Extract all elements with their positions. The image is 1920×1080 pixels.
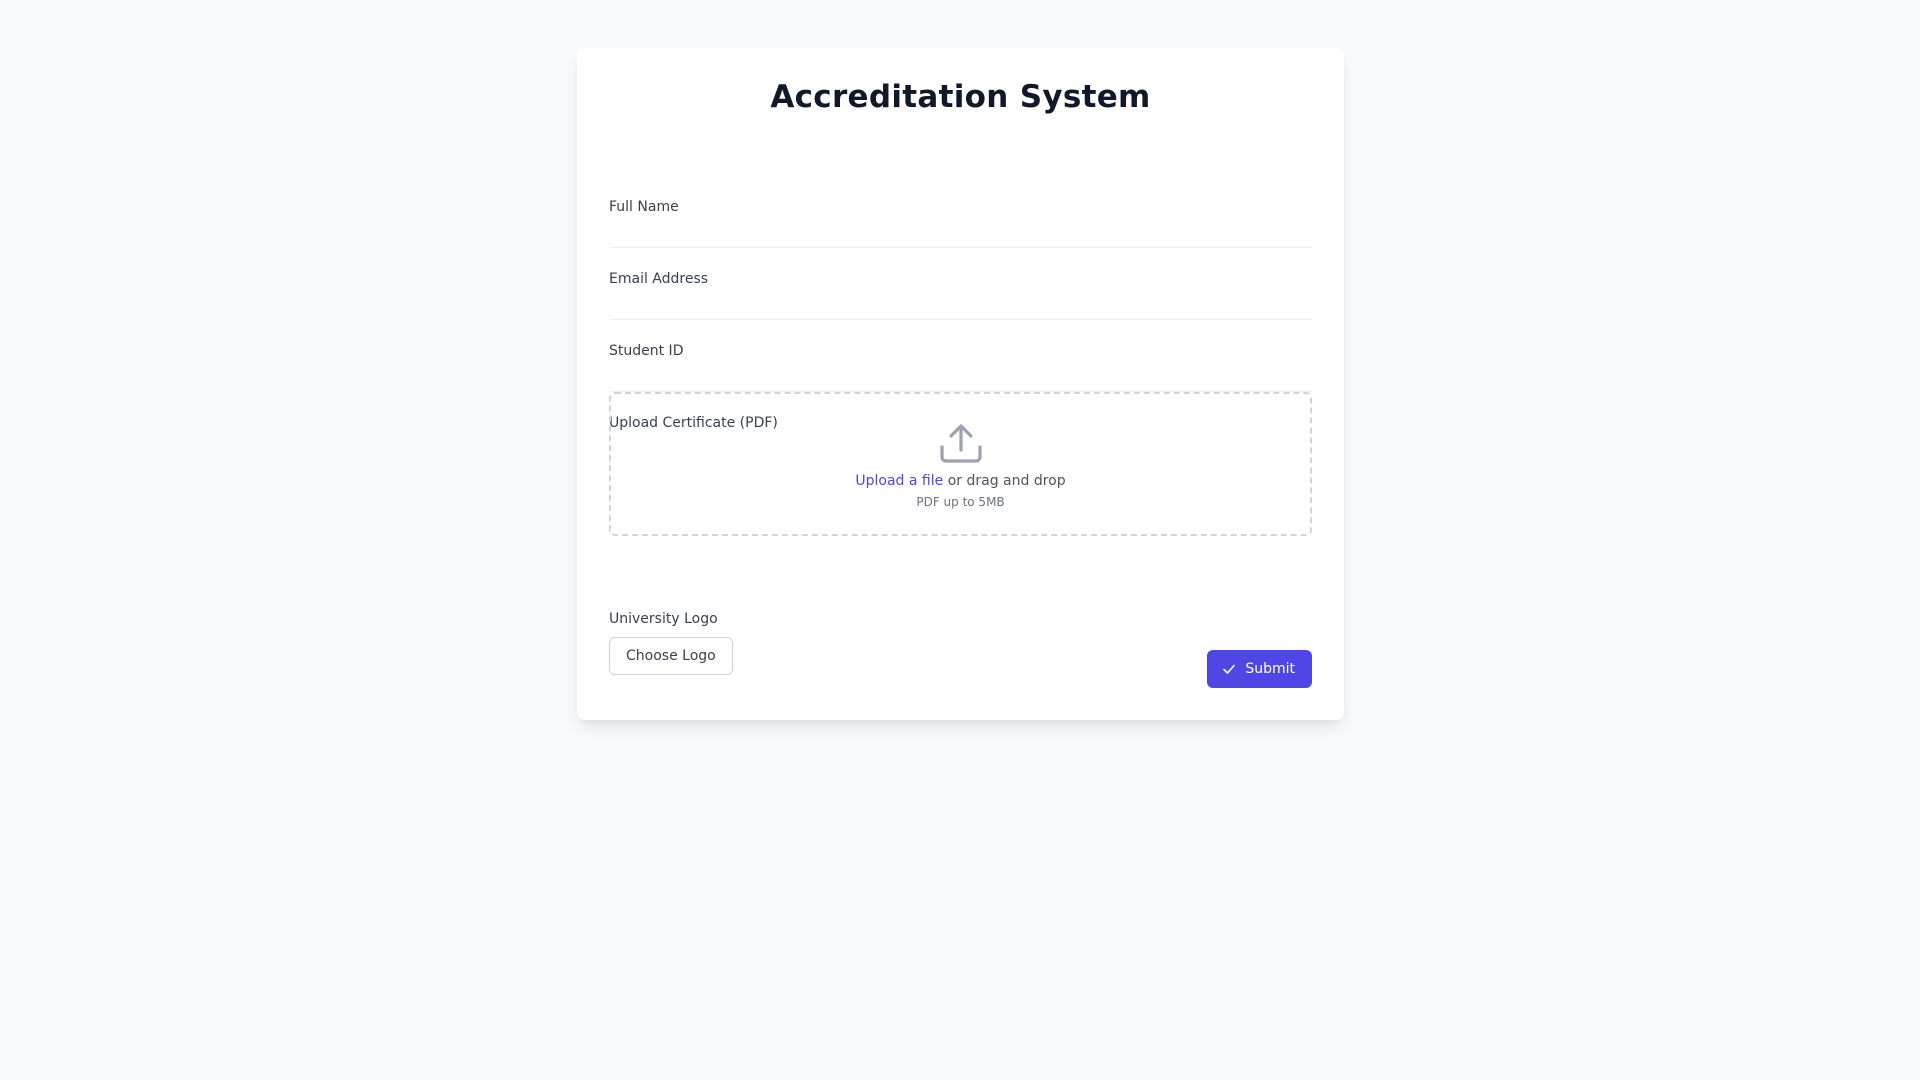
- university-logo-label: University Logo: [609, 611, 718, 627]
- certificate-dropzone[interactable]: Upload a file or drag and drop PDF up to…: [609, 392, 1312, 536]
- full-name-input[interactable]: [609, 221, 1312, 248]
- check-icon: [1223, 664, 1236, 674]
- upload-instructions: Upload a file or drag and drop: [611, 472, 1310, 490]
- page-title: Accreditation System: [770, 79, 1151, 115]
- student-id-label: Student ID: [609, 343, 684, 359]
- full-name-label: Full Name: [609, 199, 679, 215]
- student-id-field: Student ID: [609, 342, 1312, 392]
- upload-hint: PDF up to 5MB: [916, 495, 1005, 509]
- submit-button[interactable]: Submit: [1207, 650, 1312, 688]
- full-name-field: Full Name: [609, 198, 1312, 248]
- email-input[interactable]: [609, 293, 1312, 320]
- form-card: Accreditation System Full Name Email Add…: [577, 48, 1344, 720]
- email-label: Email Address: [609, 271, 709, 287]
- student-id-input[interactable]: [609, 365, 1312, 392]
- email-field: Email Address: [609, 270, 1312, 320]
- upload-file-link[interactable]: Upload a file: [855, 473, 943, 489]
- drag-drop-text: or drag and drop: [943, 473, 1066, 489]
- upload-icon: [939, 424, 982, 463]
- choose-logo-button[interactable]: Choose Logo: [609, 637, 733, 675]
- submit-label: Submit: [1245, 661, 1295, 677]
